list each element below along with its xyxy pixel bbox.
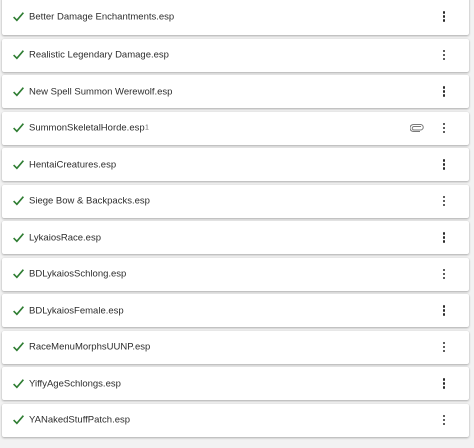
plugin-row[interactable]: New Spell Summon Werewolf.esp (2, 75, 469, 108)
plugin-row[interactable]: BDLykaiosSchlong.esp (2, 257, 469, 291)
more-vert-icon[interactable] (439, 267, 449, 281)
plugin-row[interactable]: YANakedStuffPatch.esp (2, 403, 469, 437)
more-vert-icon[interactable] (439, 194, 449, 208)
plugin-name: Siege Bow & Backpacks.esp (29, 195, 150, 207)
plugin-row[interactable]: SummonSkeletalHorde.esp 1 (2, 111, 469, 145)
check-icon (12, 121, 25, 134)
plugin-name: YANakedStuffPatch.esp (29, 414, 131, 426)
check-icon (12, 340, 25, 353)
more-vert-icon[interactable] (439, 340, 449, 354)
plugin-name: HentaiCreatures.esp (29, 159, 117, 170)
plugin-row[interactable]: HentaiCreatures.esp (2, 148, 469, 181)
check-icon (12, 48, 25, 61)
plugin-name: LykaiosRace.esp (29, 232, 101, 243)
more-vert-icon[interactable] (439, 158, 449, 172)
plugin-name: SummonSkeletalHorde.esp (29, 122, 145, 134)
plugin-row[interactable]: BDLykaiosFemale.esp (2, 294, 469, 327)
check-icon (12, 194, 25, 207)
plugin-name: BDLykaiosFemale.esp (29, 305, 124, 316)
paperclip-icon[interactable] (410, 124, 424, 132)
check-icon (12, 10, 25, 23)
plugin-name: YiffyAgeSchlongs.esp (29, 378, 121, 389)
plugin-name: RaceMenuMorphsUUNP.esp (29, 341, 151, 353)
check-icon (12, 158, 25, 171)
check-icon (12, 304, 25, 317)
plugin-name: Better Damage Enchantments.esp (29, 11, 175, 22)
plugin-row[interactable]: Siege Bow & Backpacks.esp (2, 184, 469, 218)
more-vert-icon[interactable] (439, 231, 449, 245)
plugin-row[interactable]: Realistic Legendary Damage.esp (2, 38, 469, 72)
check-icon (12, 267, 25, 280)
plugin-row[interactable]: LykaiosRace.esp (2, 221, 469, 254)
check-icon (12, 377, 25, 390)
plugin-row[interactable]: YiffyAgeSchlongs.esp (2, 367, 469, 400)
more-vert-icon[interactable] (439, 10, 449, 24)
more-vert-icon[interactable] (439, 377, 449, 391)
more-vert-icon[interactable] (439, 121, 449, 135)
more-vert-icon[interactable] (439, 48, 449, 62)
plugin-row[interactable]: Better Damage Enchantments.esp (2, 0, 469, 35)
plugin-list: Better Damage Enchantments.esp Realistic… (2, 0, 469, 440)
plugin-row[interactable]: RaceMenuMorphsUUNP.esp (2, 330, 469, 364)
more-vert-icon[interactable] (439, 304, 449, 318)
count-badge: 1 (145, 124, 149, 132)
more-vert-icon[interactable] (439, 413, 449, 427)
check-icon (12, 231, 25, 244)
plugin-name: Realistic Legendary Damage.esp (29, 49, 169, 61)
more-vert-icon[interactable] (439, 85, 449, 99)
check-icon (12, 85, 25, 98)
check-icon (12, 413, 25, 426)
plugin-name: New Spell Summon Werewolf.esp (29, 86, 173, 97)
plugin-name: BDLykaiosSchlong.esp (29, 268, 127, 280)
plugin-list-page: Better Damage Enchantments.esp Realistic… (0, 0, 474, 448)
